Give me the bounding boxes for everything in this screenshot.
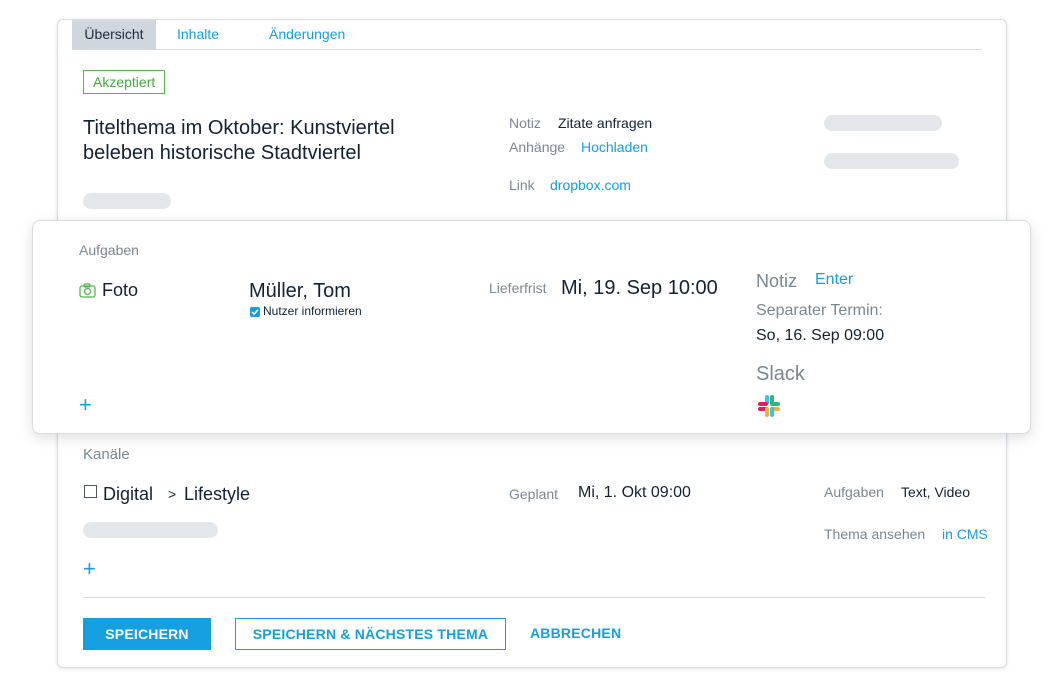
tasks-panel: Aufgaben Foto Müller, Tom Nutzer informi… (32, 220, 1031, 434)
channel-arrow: > (168, 486, 177, 502)
save-button[interactable]: SPEICHERN (83, 618, 211, 650)
attachments-label: Anhänge (509, 139, 566, 155)
planned-value: Mi, 1. Okt 09:00 (578, 484, 691, 501)
tab-bar: Übersicht Inhalte Änderungen (72, 20, 982, 50)
task-note-enter[interactable]: Enter (815, 271, 853, 289)
channel-tasks-label: Aufgaben (824, 484, 884, 500)
cancel-button[interactable]: ABBRECHEN (530, 618, 621, 650)
view-topic-label: Thema ansehen (824, 526, 926, 542)
notify-checkbox[interactable] (250, 307, 260, 317)
deadline-value: Mi, 19. Sep 10:00 (561, 277, 718, 299)
placeholder-bar (824, 153, 959, 169)
placeholder-bar (83, 522, 218, 538)
tasks-label: Aufgaben (79, 242, 139, 258)
separate-date-label: Separater Termin: (756, 302, 883, 319)
channel-checkbox[interactable] (84, 485, 97, 498)
add-task-button[interactable]: + (79, 394, 92, 416)
note-label: Notiz (509, 115, 541, 131)
channels-label: Kanäle (83, 446, 130, 463)
cms-link[interactable]: in CMS (942, 526, 988, 542)
task-assignee: Müller, Tom (249, 280, 351, 302)
dropbox-link[interactable]: dropbox.com (550, 177, 631, 193)
status-badge: Akzeptiert (83, 70, 166, 94)
separate-date-value: So, 16. Sep 09:00 (756, 327, 885, 344)
placeholder-bar (824, 115, 942, 131)
channel-name: Digital (103, 484, 154, 504)
add-channel-button[interactable]: + (83, 558, 96, 580)
slack-icon[interactable] (756, 393, 782, 419)
topic-title: Titelthema im Oktober: Kunstviertel bele… (83, 117, 395, 164)
planned-label: Geplant (509, 486, 559, 502)
sub-channel-name: Lifestyle (184, 484, 251, 504)
slack-label: Slack (756, 363, 805, 385)
placeholder-bar (83, 193, 171, 209)
tab-content[interactable]: Inhalte (177, 20, 219, 49)
task-note-label: Notiz (756, 271, 798, 291)
channel-tasks-value: Text, Video (901, 484, 971, 500)
tab-overview[interactable]: Übersicht (72, 20, 156, 49)
note-value: Zitate anfragen (558, 115, 653, 131)
upload-link[interactable]: Hochladen (581, 139, 648, 155)
deadline-label: Lieferfrist (489, 280, 547, 296)
notify-label: Nutzer informieren (263, 304, 362, 318)
tab-changes[interactable]: Änderungen (269, 20, 345, 49)
divider (83, 597, 985, 598)
task-type: Foto (102, 280, 139, 300)
camera-icon (79, 283, 96, 298)
save-next-button[interactable]: SPEICHERN & NÄCHSTES THEMA (235, 618, 506, 650)
link-label: Link (509, 177, 535, 193)
